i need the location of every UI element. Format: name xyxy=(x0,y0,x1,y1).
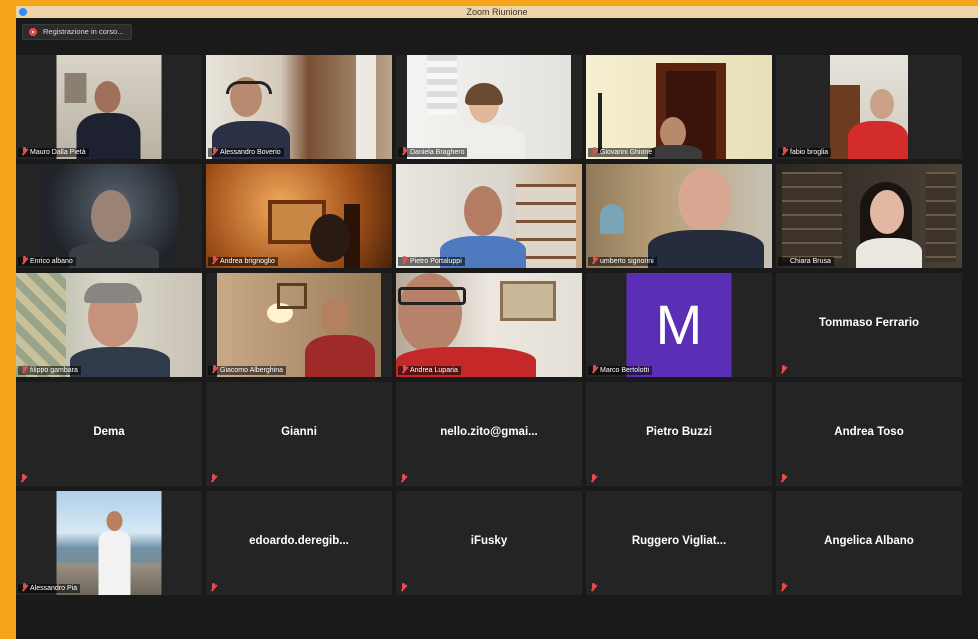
participant-tile[interactable]: Gianni xyxy=(206,382,392,486)
muted-mic-icon xyxy=(211,147,219,156)
video-feed xyxy=(586,164,772,268)
participant-tile[interactable]: Dema xyxy=(16,382,202,486)
video-feed xyxy=(586,55,772,159)
muted-mic-icon xyxy=(401,365,409,374)
muted-mic-icon xyxy=(20,474,28,483)
video-feed xyxy=(776,164,962,268)
muted-mic-icon xyxy=(21,256,29,265)
video-feed xyxy=(217,273,381,377)
participant-tile[interactable]: iFusky xyxy=(396,491,582,595)
video-feed xyxy=(396,273,582,377)
avatar: M xyxy=(626,273,732,377)
record-icon xyxy=(29,28,37,36)
participant-tile[interactable]: Daniela Braghero xyxy=(396,55,582,159)
muted-mic-icon xyxy=(591,365,599,374)
muted-mic-icon xyxy=(21,365,29,374)
muted-mic-icon xyxy=(210,583,218,592)
participant-name: fabio broglia xyxy=(778,147,832,157)
participant-tile[interactable]: Andrea brignoglio xyxy=(206,164,392,268)
muted-mic-icon xyxy=(780,365,788,374)
video-feed xyxy=(39,164,179,268)
muted-mic-icon xyxy=(780,474,788,483)
participant-name: umberto signorini xyxy=(588,256,657,266)
muted-mic-icon xyxy=(591,147,599,156)
participant-name: Andrea Toso xyxy=(834,426,904,438)
muted-mic-icon xyxy=(780,583,788,592)
participant-tile[interactable]: edoardo.deregib... xyxy=(206,491,392,595)
recording-indicator[interactable]: Registrazione in corso... xyxy=(22,24,133,40)
muted-mic-icon xyxy=(590,474,598,483)
muted-mic-icon xyxy=(400,583,408,592)
muted-mic-icon xyxy=(211,365,219,374)
muted-mic-icon xyxy=(21,583,29,592)
participant-name: Tommaso Ferrario xyxy=(818,317,920,329)
participant-name: Gianni xyxy=(281,426,317,438)
video-feed xyxy=(830,55,908,159)
participant-tile[interactable]: Pietro Buzzi xyxy=(586,382,772,486)
participant-name: Daniela Braghero xyxy=(398,147,468,157)
muted-mic-icon xyxy=(591,256,599,265)
participant-name: Dema xyxy=(93,426,125,438)
participant-tile[interactable]: Angelica Albano xyxy=(776,491,962,595)
participant-tile[interactable]: Ruggero Vigliat... xyxy=(586,491,772,595)
participant-tile-active-speaker[interactable]: Chiara Brusa xyxy=(776,164,962,268)
participant-gallery: Mauro Dalla Pietà Alessandro Boverio Dan… xyxy=(16,55,962,595)
muted-mic-icon xyxy=(400,474,408,483)
zoom-app-icon xyxy=(19,8,27,16)
participant-name: Andrea brignoglio xyxy=(208,256,278,266)
participant-tile[interactable]: Giacomo Alberghina xyxy=(206,273,392,377)
participant-tile[interactable]: Alessandro Boverio xyxy=(206,55,392,159)
participant-tile[interactable]: Giovanni Ghione xyxy=(586,55,772,159)
muted-mic-icon xyxy=(781,147,789,156)
video-feed xyxy=(206,164,392,268)
participant-name: Angelica Albano xyxy=(824,535,914,547)
participant-name: Marco Bertolotti xyxy=(588,365,653,375)
muted-mic-icon xyxy=(401,256,409,265)
muted-mic-icon xyxy=(21,147,29,156)
title-bar: Zoom Riunione xyxy=(16,6,978,18)
participant-name: Alessandro Pia xyxy=(18,583,81,593)
participant-tile[interactable]: Andrea Luparia xyxy=(396,273,582,377)
video-feed xyxy=(407,55,571,159)
participant-tile[interactable]: umberto signorini xyxy=(586,164,772,268)
participant-tile[interactable]: Pietro Portaluppi xyxy=(396,164,582,268)
participant-name: iFusky xyxy=(470,535,508,547)
video-feed xyxy=(396,164,582,268)
participant-name: Alessandro Boverio xyxy=(208,147,284,157)
participant-tile[interactable]: Andrea Toso xyxy=(776,382,962,486)
recording-label: Registrazione in corso... xyxy=(43,27,124,36)
participant-tile[interactable]: Enrico albano xyxy=(16,164,202,268)
muted-mic-icon xyxy=(210,474,218,483)
participant-name: edoardo.deregib... xyxy=(249,535,349,547)
video-feed xyxy=(206,55,392,159)
video-feed xyxy=(56,491,162,595)
participant-tile[interactable]: Alessandro Pia xyxy=(16,491,202,595)
participant-name: nello.zito@gmai... xyxy=(440,426,538,438)
participant-name: Giacomo Alberghina xyxy=(208,365,287,375)
participant-name: Chiara Brusa xyxy=(778,257,834,266)
participant-name: Andrea Luparia xyxy=(398,365,461,375)
participant-tile[interactable]: filippo gambara xyxy=(16,273,202,377)
participant-name: Pietro Buzzi xyxy=(646,426,712,438)
participant-name: Giovanni Ghione xyxy=(588,147,656,157)
participant-name: Pietro Portaluppi xyxy=(398,256,465,266)
video-feed xyxy=(16,273,202,377)
video-feed xyxy=(56,55,162,159)
muted-mic-icon xyxy=(401,147,409,156)
participant-tile[interactable]: nello.zito@gmai... xyxy=(396,382,582,486)
participant-name: Mauro Dalla Pietà xyxy=(18,147,89,157)
participant-tile[interactable]: Mauro Dalla Pietà xyxy=(16,55,202,159)
participant-tile[interactable]: Tommaso Ferrario xyxy=(776,273,962,377)
participant-name: Enrico albano xyxy=(18,256,76,266)
window-title: Zoom Riunione xyxy=(466,7,528,17)
participant-name: filippo gambara xyxy=(18,365,81,375)
muted-mic-icon xyxy=(211,256,219,265)
participant-tile[interactable]: M Marco Bertolotti xyxy=(586,273,772,377)
participant-tile[interactable]: fabio broglia xyxy=(776,55,962,159)
participant-name: Ruggero Vigliat... xyxy=(631,535,727,547)
muted-mic-icon xyxy=(590,583,598,592)
